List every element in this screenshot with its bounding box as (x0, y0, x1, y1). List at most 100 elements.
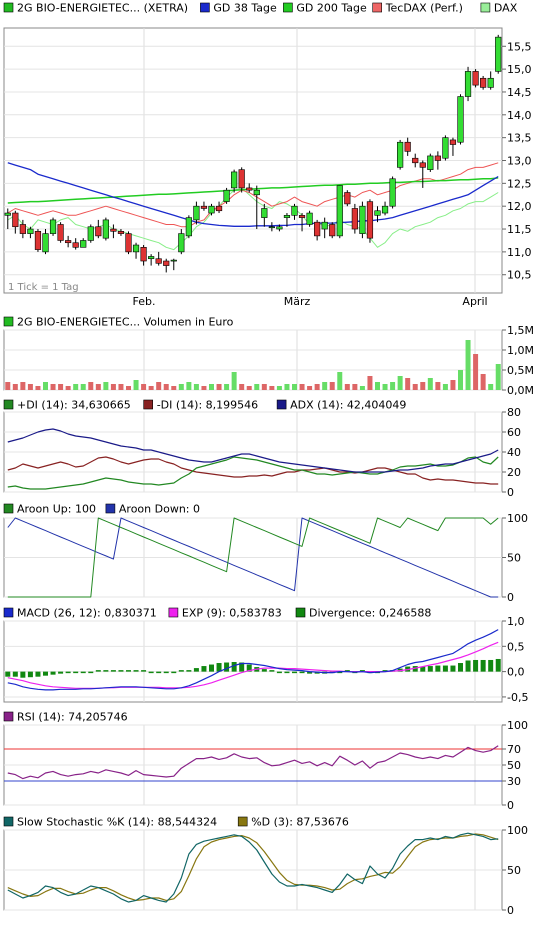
y-tick-label: 13,0 (507, 155, 532, 168)
y-tick-label: 50 (507, 759, 521, 772)
divergence-bar (201, 666, 207, 672)
candle-body (170, 259, 177, 262)
candle-body (215, 205, 223, 212)
divergence-bar (178, 670, 184, 672)
volume-bar (488, 384, 494, 390)
candle-body (208, 205, 215, 214)
volume-bar (344, 384, 350, 390)
chart-container: 10,5 11,0 11,5 12,0 12,5 13,0 13,5 14,0 14,5 15,0… (0, 0, 545, 931)
divergence-bar (141, 670, 147, 672)
volume-bar (284, 384, 290, 390)
divergence-bar (126, 670, 131, 672)
y-tick-label: 1,5M (507, 324, 534, 337)
divergence-bar (488, 659, 494, 672)
volume-bar (12, 384, 18, 390)
volume-bar (193, 384, 199, 390)
legend-aroon: Aroon Up: 100 Aroon Down: 0 (3, 503, 200, 516)
y-tick-label: 1,0 (507, 615, 525, 628)
volume-bar (118, 384, 124, 390)
volume-bar (261, 384, 267, 390)
y-tick-label: 0 (507, 486, 514, 499)
candle-body (102, 219, 109, 239)
legend-swatch (480, 2, 491, 13)
y-tick-label: 0,0 (507, 666, 525, 679)
candle-body (193, 205, 200, 221)
legend-macd: MACD (26, 12): 0,830371 EXP (9): 0,583783… (3, 607, 431, 620)
candle-body (140, 247, 147, 262)
y-tick-label: 70 (507, 743, 521, 756)
y-tick-label: -0,5 (507, 691, 528, 704)
volume-bar (178, 384, 184, 390)
y-tick-label: 80 (507, 406, 521, 419)
divergence-bar (292, 671, 297, 674)
legend-swatch (200, 2, 210, 13)
legend-swatch (372, 2, 383, 13)
y-tick-label: 30 (507, 775, 521, 788)
candle-body (351, 208, 358, 230)
volume-panel-frame (3, 329, 503, 391)
divergence-bar (186, 670, 192, 672)
y-tick-label: 0 (507, 591, 514, 604)
y-tick-label: 0 (507, 904, 514, 917)
stock-chart: 10,5 11,0 11,5 12,0 12,5 13,0 13,5 14,0 14,5 15,0… (3, 2, 534, 917)
candle-body (57, 224, 64, 241)
candle-body (253, 189, 260, 196)
legend-label: +DI (14): 34,630665 (17, 399, 131, 412)
y-tick-label: 12,0 (507, 200, 532, 213)
legend-label: EXP (9): 0,583783 (182, 607, 282, 620)
legend-swatch (168, 607, 179, 618)
volume-bar (73, 384, 79, 390)
y-tick-label: 11,0 (507, 246, 532, 259)
volume-bar (435, 382, 441, 390)
y-tick-label: 12,5 (507, 177, 532, 190)
legend-label: DAX (494, 2, 518, 15)
legend-label: Aroon Up: 100 (17, 503, 96, 516)
candle-body (19, 224, 26, 234)
divergence-bar (156, 671, 162, 674)
candle-body (132, 244, 140, 253)
divergence-bar (284, 671, 290, 674)
month-label: Feb. (133, 295, 156, 308)
divergence-bar (209, 664, 214, 672)
y-tick-label: 20 (507, 466, 521, 479)
legend-label: MACD (26, 12): 0,830371 (17, 607, 157, 620)
divergence-bar (133, 670, 139, 672)
candle-body (374, 210, 381, 216)
y-tick-label: 0,5 (507, 640, 525, 653)
legend-swatch (3, 2, 14, 13)
candle-body (321, 221, 328, 230)
divergence-bar (261, 669, 267, 672)
candle-body (464, 71, 472, 97)
legend-swatch (3, 316, 14, 327)
candle-body (117, 231, 125, 234)
legend-swatch (3, 503, 14, 514)
volume-bar (397, 376, 403, 390)
candle-body (95, 226, 102, 237)
y-tick-label: 100 (507, 512, 528, 525)
candle-body (359, 205, 366, 234)
legend-label: RSI (14): 74,205746 (17, 711, 128, 724)
candle-body (110, 228, 117, 232)
volume-bar (307, 386, 313, 390)
volume-bar (95, 384, 101, 390)
volume-bar (246, 386, 252, 390)
month-label: März (284, 295, 311, 308)
month-label: April (462, 295, 487, 308)
volume-bar (276, 386, 282, 390)
candle-body (49, 219, 57, 234)
candle-body (12, 212, 19, 228)
volume-bar (299, 384, 305, 390)
legend-swatch (105, 503, 116, 514)
y-tick-label: 1,0M (507, 344, 534, 357)
volume-bar (5, 382, 11, 390)
candle-body (261, 208, 268, 218)
candle-body (298, 215, 306, 218)
legend-label: Aroon Down: 0 (119, 503, 200, 516)
candle-body (495, 36, 502, 72)
divergence-bar (269, 670, 275, 672)
divergence-bar (27, 671, 33, 678)
legend-dmi: +DI (14): 34,630665 -DI (14): 8,199546 ADX… (3, 399, 406, 412)
legend-label: TecDAX (Perf.) (385, 2, 463, 15)
divergence-bar (148, 671, 154, 674)
candle-body (457, 96, 464, 143)
